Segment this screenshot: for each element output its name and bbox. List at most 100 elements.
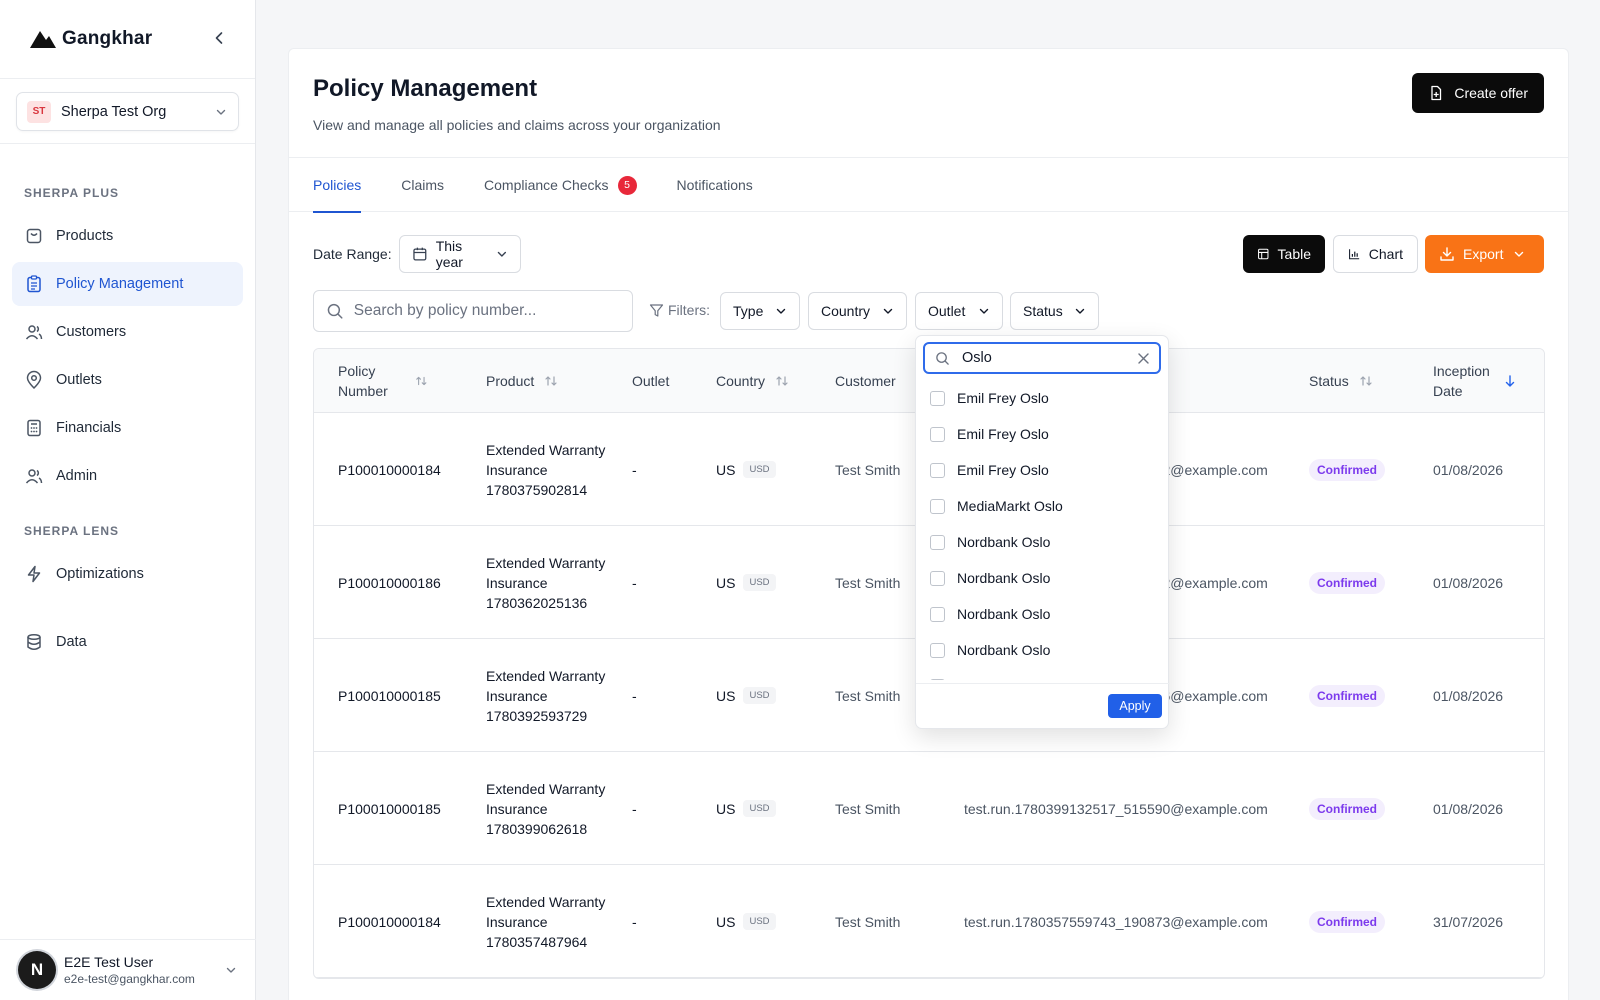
sort-icon — [416, 376, 427, 386]
status-badge: Confirmed — [1309, 797, 1385, 820]
outlet-option[interactable]: Emil Frey Oslo — [916, 416, 1170, 452]
customer-name: Test Smith — [835, 574, 901, 591]
outlet-option-label: Nordbank Oslo — [957, 678, 1050, 680]
country-cell: US USD — [716, 752, 776, 865]
policy-number: P100010000184 — [338, 461, 441, 478]
user-email: e2e-test@gangkhar.com — [64, 972, 195, 986]
inception-date: 31/07/2026 — [1433, 913, 1504, 930]
outlet-option[interactable]: Emil Frey Oslo — [916, 452, 1170, 488]
tab-claims[interactable]: Claims — [401, 158, 444, 212]
inception-date: 01/08/2026 — [1433, 687, 1504, 704]
sidebar-item-financials[interactable]: Financials — [12, 406, 243, 450]
filter-country-button[interactable]: Country — [808, 292, 907, 330]
outlet-option[interactable]: Nordbank Oslo — [916, 596, 1170, 632]
checkbox[interactable] — [930, 390, 945, 406]
date-range-value: This year — [435, 238, 463, 270]
checkbox[interactable] — [930, 426, 945, 442]
product-name: Extended Warranty Insurance 178039906261… — [486, 780, 606, 837]
column-country[interactable]: Country — [716, 349, 789, 413]
sidebar-item-policy-management[interactable]: Policy Management — [12, 262, 243, 306]
sidebar: Gangkhar ST Sherpa Test Org SHERPA PLUS … — [0, 0, 256, 1000]
outlet-option-label: Nordbank Oslo — [957, 534, 1051, 550]
chart-view-label: Chart — [1368, 246, 1403, 262]
tab-label: Policies — [313, 177, 362, 193]
checkbox[interactable] — [930, 534, 945, 550]
filter-status-button[interactable]: Status — [1010, 292, 1099, 330]
policy-search-input[interactable] — [353, 302, 620, 320]
checkbox[interactable] — [930, 498, 945, 514]
sidebar-item-label: Admin — [56, 468, 98, 484]
outlet-option[interactable]: Nordbank Oslo — [916, 632, 1170, 668]
outlet-search-input[interactable] — [962, 350, 1122, 366]
column-inception-date[interactable]: Inception Date — [1433, 349, 1517, 413]
apply-button[interactable]: Apply — [1108, 694, 1162, 718]
table-view-button[interactable]: Table — [1243, 235, 1325, 273]
sidebar-item-label: Products — [56, 228, 114, 244]
status-cell: Confirmed — [1309, 526, 1385, 639]
column-label: Inception Date — [1433, 363, 1490, 399]
checkbox[interactable] — [930, 570, 945, 586]
checkbox[interactable] — [930, 606, 945, 622]
chevron-down-icon[interactable] — [224, 963, 238, 977]
toolbar: Date Range: This year Table Chart Export — [289, 212, 1568, 290]
checkbox[interactable] — [930, 462, 945, 478]
sidebar-item-products[interactable]: Products — [12, 214, 243, 258]
date-range-select[interactable]: This year — [399, 235, 521, 273]
page-header: Policy Management View and manage all po… — [289, 49, 1568, 158]
export-button[interactable]: Export — [1425, 235, 1544, 273]
filter-label: Country — [821, 303, 871, 319]
country-cell: US USD — [716, 526, 776, 639]
column-status[interactable]: Status — [1309, 349, 1373, 413]
sidebar-item-outlets[interactable]: Outlets — [12, 358, 243, 402]
chevron-down-icon — [497, 251, 507, 257]
user-menu[interactable]: N E2E Test User e2e-test@gangkhar.com — [0, 939, 256, 1000]
chart-view-button[interactable]: Chart — [1333, 235, 1418, 273]
outlet-option[interactable]: Emil Frey Oslo — [916, 380, 1170, 416]
sidebar-item-optimizations[interactable]: Optimizations — [12, 552, 243, 596]
tab-notifications[interactable]: Notifications — [677, 158, 753, 212]
customer-name: Test Smith — [835, 461, 901, 478]
checkbox[interactable] — [930, 642, 945, 658]
outlet-option[interactable]: MediaMarkt Oslo — [916, 488, 1170, 524]
status-cell: Confirmed — [1309, 752, 1385, 865]
clear-icon[interactable] — [1137, 352, 1150, 365]
tab-compliance-checks[interactable]: Compliance Checks 5 — [484, 158, 637, 212]
outlet-search-box — [923, 342, 1161, 374]
column-label: Policy Number — [338, 363, 388, 399]
collapse-sidebar-icon[interactable] — [209, 28, 229, 48]
sidebar-item-data[interactable]: Data — [12, 620, 243, 664]
currency-badge: USD — [743, 800, 776, 817]
product-name: Extended Warranty Insurance 178035748796… — [486, 893, 606, 950]
column-label: Product — [486, 373, 535, 389]
table-row[interactable]: P100010000184 Extended Warranty Insuranc… — [314, 865, 1544, 978]
sidebar-item-admin[interactable]: Admin — [12, 454, 243, 498]
customer-name: Test Smith — [835, 687, 901, 704]
product-name: Extended Warranty Insurance 178037590281… — [486, 441, 606, 498]
sidebar-item-customers[interactable]: Customers — [12, 310, 243, 354]
status-badge: Confirmed — [1309, 571, 1385, 594]
chevron-down-icon — [1075, 308, 1085, 314]
outlet-option[interactable]: Nordbank Oslo — [916, 524, 1170, 560]
filter-label: Status — [1023, 303, 1063, 319]
column-product[interactable]: Product — [486, 349, 558, 413]
checkbox[interactable] — [930, 678, 945, 680]
outlet-value: - — [632, 687, 637, 704]
date-range-label: Date Range: — [313, 246, 392, 262]
filter-type-button[interactable]: Type — [720, 292, 800, 330]
org-selector[interactable]: ST Sherpa Test Org — [16, 92, 239, 131]
outlet-option[interactable]: Nordbank Oslo — [916, 668, 1170, 680]
tab-policies[interactable]: Policies — [313, 158, 362, 213]
country-code: US — [716, 574, 736, 591]
outlet-options-list[interactable]: Emil Frey Oslo Emil Frey Oslo Emil Frey Os… — [916, 380, 1170, 680]
customer-name: Test Smith — [835, 800, 901, 817]
outlet-option[interactable]: Nordbank Oslo — [916, 560, 1170, 596]
create-offer-button[interactable]: Create offer — [1412, 73, 1544, 113]
table-row[interactable]: P100010000185 Extended Warranty Insuranc… — [314, 752, 1544, 865]
bar-chart-icon — [1349, 249, 1360, 260]
column-policy-number[interactable]: Policy Number — [338, 349, 428, 413]
status-cell: Confirmed — [1309, 865, 1385, 978]
calculator-icon — [27, 419, 41, 437]
filter-outlet-button[interactable]: Outlet — [915, 292, 1003, 330]
outlet-value: - — [632, 461, 637, 478]
status-badge: Confirmed — [1309, 910, 1385, 933]
